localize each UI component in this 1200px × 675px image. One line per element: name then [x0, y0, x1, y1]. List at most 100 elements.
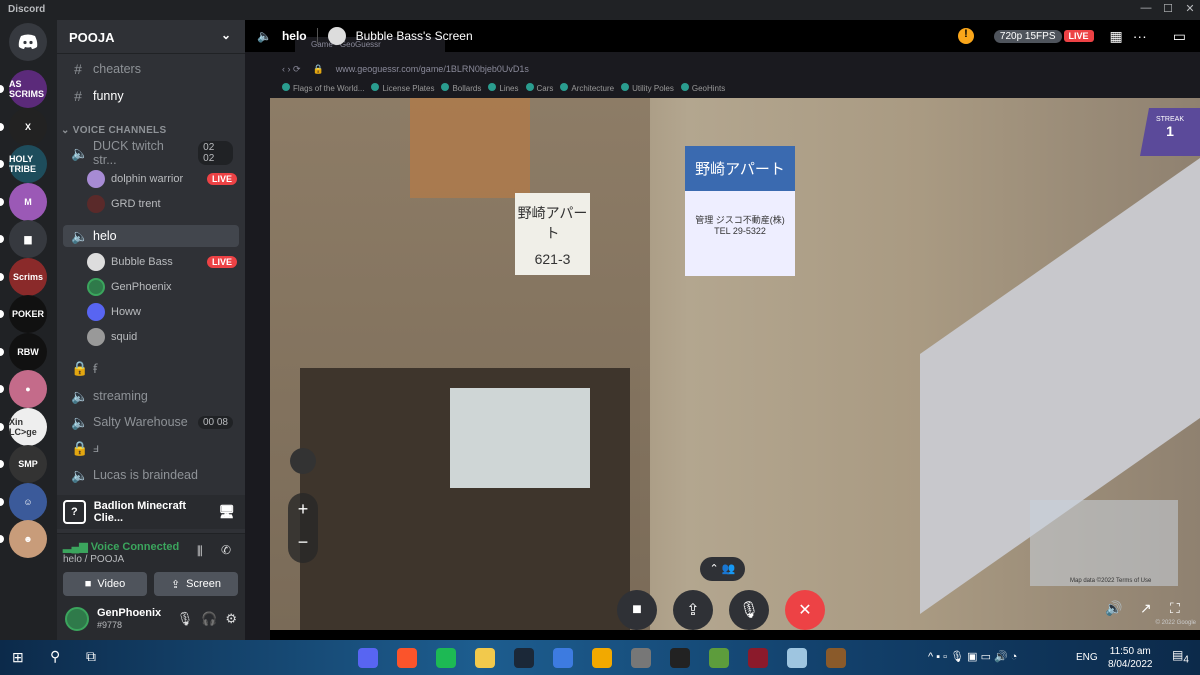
- valorant-icon[interactable]: [748, 648, 768, 668]
- camera-button[interactable]: ■: [617, 590, 657, 630]
- bookmark[interactable]: Bollards: [441, 83, 481, 93]
- server-icon[interactable]: ●: [9, 370, 47, 408]
- live-badge: LIVE: [1063, 30, 1094, 42]
- warning-icon[interactable]: !: [957, 28, 974, 44]
- server-icon[interactable]: RBW: [9, 332, 47, 371]
- user-name: Howw: [111, 306, 141, 318]
- channel-name: helo: [281, 29, 307, 43]
- vpn-icon[interactable]: [592, 648, 612, 668]
- search-icon[interactable]: ⚲: [50, 648, 60, 665]
- server-name: POOJA: [69, 30, 115, 45]
- bookmark[interactable]: Architecture: [560, 83, 614, 93]
- voice-channel-lucas[interactable]: 🔈 Lucas is braindead: [63, 464, 239, 486]
- task-view-icon[interactable]: ⧉: [86, 648, 96, 665]
- app-icon[interactable]: [631, 648, 651, 668]
- server-icon[interactable]: HOLY TRIBE: [9, 145, 47, 183]
- voice-channel-duck[interactable]: 🔈 DUCK twitch str... 02 02: [63, 139, 239, 167]
- server-icon[interactable]: POKER: [9, 295, 47, 333]
- windows-start-icon[interactable]: ⊞: [12, 649, 24, 666]
- voice-channel-locked[interactable]: 🔒 ꞙ: [63, 357, 239, 379]
- server-icon[interactable]: M: [9, 182, 47, 221]
- app-icon[interactable]: [553, 648, 573, 668]
- minecraft-icon[interactable]: [709, 648, 729, 668]
- voice-user[interactable]: Bubble Bass LIVE: [87, 251, 237, 273]
- server-header[interactable]: POOJA ⌄: [57, 20, 245, 54]
- app-icon[interactable]: [670, 648, 690, 668]
- microphone-icon[interactable]: 🎙: [177, 611, 194, 627]
- voice-user[interactable]: Howw: [87, 301, 237, 323]
- volume-icon[interactable]: 🔊: [1105, 600, 1122, 617]
- headphones-icon[interactable]: 🎧: [201, 611, 217, 627]
- voice-category[interactable]: ⌄ VOICE CHANNELS: [61, 125, 166, 136]
- activity-name: Badlion Minecraft Clie...: [93, 500, 187, 524]
- server-icon[interactable]: AS SCRIMS: [9, 70, 47, 108]
- channel-label: cheaters: [93, 62, 141, 76]
- brave-icon[interactable]: [397, 648, 417, 668]
- compass-icon[interactable]: [290, 448, 316, 474]
- avatar[interactable]: [65, 606, 89, 631]
- disconnect-icon[interactable]: ✆: [221, 543, 231, 557]
- bookmark[interactable]: Flags of the World...: [282, 83, 364, 93]
- app-icon[interactable]: [787, 648, 807, 668]
- close-button[interactable]: ✕: [1182, 2, 1198, 18]
- voice-user[interactable]: dolphin warrior LIVE: [87, 168, 237, 190]
- screen-share-button[interactable]: ⇪: [673, 590, 713, 630]
- microphone-button[interactable]: 🎙: [729, 590, 769, 630]
- more-icon[interactable]: ···: [1133, 28, 1147, 44]
- server-icon[interactable]: X: [9, 107, 47, 146]
- voice-channel-helo[interactable]: 🔈 helo: [63, 225, 239, 247]
- language-indicator[interactable]: ENG: [1076, 652, 1098, 663]
- voice-user[interactable]: squid: [87, 326, 237, 348]
- voice-channel-locked[interactable]: 🔒 ⅎ: [63, 437, 239, 459]
- popout-icon[interactable]: ↗: [1140, 600, 1152, 617]
- voice-user[interactable]: GenPhoenix: [87, 276, 237, 298]
- grid-icon[interactable]: ▦: [1110, 28, 1123, 45]
- voice-location[interactable]: helo / POOJA: [63, 554, 124, 565]
- voice-user[interactable]: GRD trent: [87, 193, 237, 215]
- popout-icon[interactable]: ▭: [1173, 28, 1186, 45]
- server-icon[interactable]: Xin LC>ge: [9, 407, 47, 446]
- voice-channel-streaming[interactable]: 🔈 streaming: [63, 385, 239, 407]
- geoguessr-street-view[interactable]: 野崎アパート 621-3 野崎アパート 管理 ジスコ不動産(株) TEL 29-532…: [270, 98, 1200, 630]
- tray-icons[interactable]: ^ ▪ ▫ 🎙 ▣ ▭ 🔊 ◔: [928, 650, 1017, 663]
- stream-view[interactable]: Game - GeoGuessr ‹ › ⟳ 🔒 www.geoguessr.com…: [245, 20, 1200, 640]
- bookmark[interactable]: Lines: [488, 83, 519, 93]
- bookmark[interactable]: GeoHints: [680, 83, 725, 93]
- voice-connected-status[interactable]: ▂▄▆ Voice Connected: [63, 540, 179, 553]
- participants-toggle[interactable]: ⌃ 👥: [700, 557, 745, 581]
- discord-icon[interactable]: [358, 648, 378, 668]
- bookmark[interactable]: Utility Poles: [621, 83, 674, 93]
- server-icon[interactable]: Scrims: [9, 257, 47, 296]
- google-attribution: © 2022 Google: [1155, 620, 1196, 626]
- file-explorer-icon[interactable]: [475, 648, 495, 668]
- guess-map[interactable]: Map data ©2022 Terms of Use: [1030, 500, 1178, 586]
- bookmark[interactable]: Cars: [525, 83, 553, 93]
- video-button[interactable]: ■ Video: [63, 572, 147, 596]
- channel-funny[interactable]: # funny: [63, 85, 239, 107]
- gear-icon[interactable]: ⚙: [225, 611, 237, 627]
- browser-chrome: ‹ › ⟳ 🔒 www.geoguessr.com/game/1BLRN0bjeb0…: [270, 52, 1200, 98]
- voice-channel-salty[interactable]: 🔈 Salty Warehouse 00 08: [63, 411, 239, 433]
- fullscreen-icon[interactable]: ⛶: [1170, 600, 1180, 617]
- zoom-controls[interactable]: + −: [288, 493, 318, 563]
- notifications-icon[interactable]: ▤4: [1172, 648, 1189, 665]
- discord-home-icon[interactable]: [9, 23, 47, 61]
- activity-panel[interactable]: ? Badlion Minecraft Clie... 🖥: [57, 495, 245, 529]
- unread-indicator: [0, 160, 4, 168]
- minimize-button[interactable]: —: [1138, 2, 1154, 18]
- noise-suppression-icon[interactable]: ⫼: [197, 544, 203, 559]
- clock[interactable]: 11:50 am 8/04/2022: [1108, 645, 1153, 671]
- spotify-icon[interactable]: [436, 648, 456, 668]
- screen-share-icon[interactable]: 🖥: [218, 504, 235, 520]
- bookmark[interactable]: License Plates: [371, 83, 434, 93]
- channel-cheaters[interactable]: # cheaters: [63, 58, 239, 80]
- server-icon[interactable]: ☻: [9, 520, 47, 558]
- server-icon[interactable]: ▆: [9, 220, 47, 258]
- minecraft-chest-icon[interactable]: [826, 648, 846, 668]
- server-icon[interactable]: SMP: [9, 445, 47, 483]
- steam-icon[interactable]: [514, 648, 534, 668]
- server-icon[interactable]: ☺: [9, 482, 47, 521]
- maximize-button[interactable]: ☐: [1160, 2, 1176, 18]
- screen-button[interactable]: ⇪ Screen: [154, 572, 238, 596]
- end-call-button[interactable]: ✕: [785, 590, 825, 630]
